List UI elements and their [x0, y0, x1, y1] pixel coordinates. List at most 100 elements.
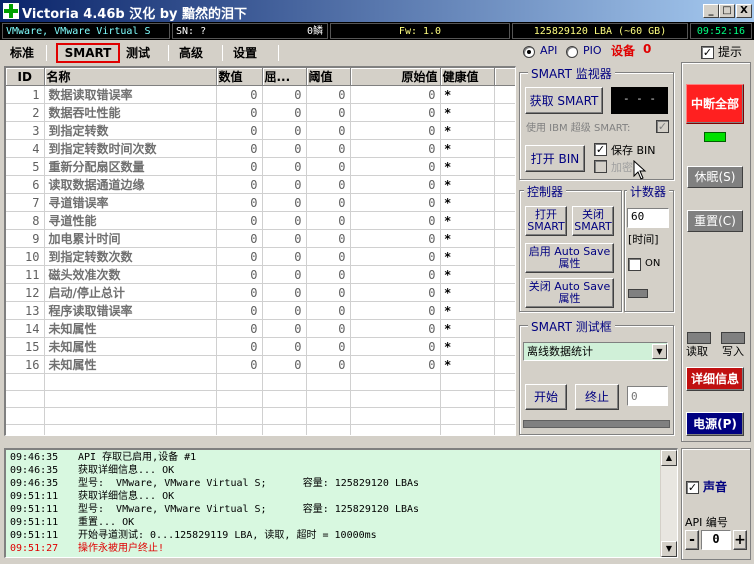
table-row[interactable]: 3 到指定转数 0 0 0 0 * — [6, 121, 515, 140]
power-button[interactable]: 电源(P) — [686, 412, 744, 436]
cell-name: 未知属性 — [44, 355, 217, 374]
table-row[interactable]: 4 到指定转数时间次数 0 0 0 0 * — [6, 139, 515, 158]
cell-raw: 0 — [350, 319, 441, 338]
counter-unit: [时间] — [628, 233, 659, 246]
log-timestamp: 09:51:27 — [10, 543, 59, 554]
cell-empty — [306, 390, 351, 408]
smart-test-progress — [523, 420, 670, 428]
cell-threshold: 0 — [306, 157, 351, 176]
table-row[interactable]: 2 数据吞吐性能 0 0 0 0 * — [6, 103, 515, 122]
table-row[interactable]: 5 重新分配扇区数量 0 0 0 0 * — [6, 157, 515, 176]
cell-empty — [216, 407, 263, 425]
tab-standard[interactable]: 标准 — [6, 44, 38, 62]
api-radio[interactable] — [523, 46, 535, 58]
status-bar: VMware, VMware Virtual S SN: ? 0鳞 Fw: 1.… — [0, 22, 754, 40]
status-led — [704, 132, 726, 142]
table-row[interactable]: 9 加电累计时间 0 0 0 0 * — [6, 229, 515, 248]
tab-divider — [222, 45, 223, 61]
cell-value: 0 — [216, 175, 263, 194]
firmware: Fw: 1.0 — [330, 23, 510, 39]
cell-value: 0 — [216, 193, 263, 212]
api-number-increase[interactable]: + — [733, 530, 747, 550]
open-bin-button[interactable]: 打开 BIN — [525, 145, 585, 172]
counter-on-checkbox[interactable] — [628, 258, 641, 271]
smart-test-input[interactable] — [627, 386, 668, 406]
sleep-button[interactable]: 休眠(S) — [687, 166, 743, 188]
use-ibm-label: 使用 IBM 超级 SMART: — [526, 123, 631, 134]
cell-threshold: 0 — [306, 355, 351, 374]
cell-empty — [494, 139, 515, 158]
table-row[interactable]: 16 未知属性 0 0 0 0 * — [6, 355, 515, 374]
cell-name: 寻道错误率 — [44, 193, 217, 212]
table-row[interactable]: 10 到指定转数次数 0 0 0 0 * — [6, 247, 515, 266]
serial-label: SN: ? — [176, 26, 207, 37]
log-scrollbar[interactable]: ▲ ▼ — [660, 450, 677, 557]
get-smart-button[interactable]: 获取 SMART — [525, 87, 603, 114]
scroll-up-icon[interactable]: ▲ — [661, 450, 677, 466]
pio-radio[interactable] — [566, 46, 578, 58]
cell-empty — [494, 283, 515, 302]
tab-smart[interactable]: SMART — [56, 43, 120, 63]
api-number-label: API 编号 — [685, 516, 728, 529]
cell-name: 到指定转数时间次数 — [44, 139, 217, 158]
details-button[interactable]: 详细信息 — [686, 367, 744, 391]
api-number-value[interactable]: 0 — [701, 530, 731, 550]
api-number-decrease[interactable]: - — [685, 530, 699, 550]
col-raw[interactable]: 原始值 — [350, 68, 441, 86]
tab-advanced[interactable]: 高级 — [175, 44, 207, 62]
save-bin-checkbox[interactable]: ✓ — [594, 143, 607, 156]
cell-id: 7 — [6, 193, 45, 212]
counter-input[interactable]: 60 — [627, 208, 669, 228]
close-button[interactable]: X — [736, 4, 752, 18]
tab-settings[interactable]: 设置 — [229, 44, 261, 62]
table-row[interactable]: 7 寻道错误率 0 0 0 0 * — [6, 193, 515, 212]
cell-worst: 0 — [262, 193, 307, 212]
table-row[interactable]: 13 程序读取错误率 0 0 0 0 * — [6, 301, 515, 320]
smart-test-start-button[interactable]: 开始 — [525, 384, 567, 410]
abort-all-button[interactable]: 中断全部 — [686, 84, 744, 124]
table-row[interactable]: 11 磁头效准次数 0 0 0 0 * — [6, 265, 515, 284]
chevron-down-icon[interactable]: ▼ — [652, 344, 667, 359]
disable-autosave-button[interactable]: 关闭 Auto Save 属性 — [525, 278, 614, 308]
use-ibm-checkbox[interactable]: ✓ — [656, 120, 669, 133]
cell-name: 到指定转数 — [44, 121, 217, 140]
cell-worst: 0 — [262, 139, 307, 158]
reset-button[interactable]: 重置(C) — [687, 210, 743, 232]
add-checkbox[interactable] — [594, 160, 607, 173]
close-smart-button[interactable]: 关闭 SMART — [572, 206, 614, 236]
cell-raw: 0 — [350, 211, 441, 230]
cell-empty — [494, 407, 515, 425]
col-threshold[interactable]: 阈值 — [306, 68, 351, 86]
cell-raw: 0 — [350, 157, 441, 176]
cell-health: * — [440, 211, 495, 230]
col-worst[interactable]: 屈... — [262, 68, 307, 86]
table-row[interactable]: 15 未知属性 0 0 0 0 * — [6, 337, 515, 356]
smart-test-select[interactable]: 离线数据统计 ▼ — [523, 342, 668, 361]
col-id[interactable]: ID — [6, 68, 45, 86]
table-row[interactable]: 8 寻道性能 0 0 0 0 * — [6, 211, 515, 230]
col-health[interactable]: 健康值 — [440, 68, 495, 86]
enable-autosave-button[interactable]: 启用 Auto Save 属性 — [525, 243, 614, 273]
log-line: 09:51:27 操作永被用户终止! — [10, 542, 677, 555]
hint-checkbox[interactable]: ✓ — [701, 46, 714, 59]
col-name[interactable]: 名称 — [44, 68, 217, 86]
log-line: 09:51:11 型号: VMware, VMware Virtual S; 容量… — [10, 503, 677, 516]
table-row[interactable]: 14 未知属性 0 0 0 0 * — [6, 319, 515, 338]
maximize-button[interactable]: □ — [719, 4, 735, 18]
cell-empty — [494, 157, 515, 176]
sound-checkbox[interactable]: ✓ — [686, 481, 699, 494]
table-row[interactable]: 6 读取数据通道边缘 0 0 0 0 * — [6, 175, 515, 194]
table-row[interactable]: 1 数据读取错误率 0 0 0 0 * — [6, 85, 515, 104]
cell-raw: 0 — [350, 103, 441, 122]
minimize-button[interactable]: _ — [703, 4, 719, 18]
scroll-down-icon[interactable]: ▼ — [661, 541, 677, 557]
col-value[interactable]: 数值 — [216, 68, 263, 86]
hint-label: 提示 — [718, 45, 743, 59]
cell-id: 16 — [6, 355, 45, 374]
open-smart-button[interactable]: 打开 SMART — [525, 206, 567, 236]
table-row[interactable]: 12 启动/停止总计 0 0 0 0 * — [6, 283, 515, 302]
cell-empty — [262, 373, 307, 391]
tab-test[interactable]: 测试 — [122, 44, 154, 62]
cell-empty — [6, 373, 45, 391]
smart-test-stop-button[interactable]: 终止 — [575, 384, 619, 410]
